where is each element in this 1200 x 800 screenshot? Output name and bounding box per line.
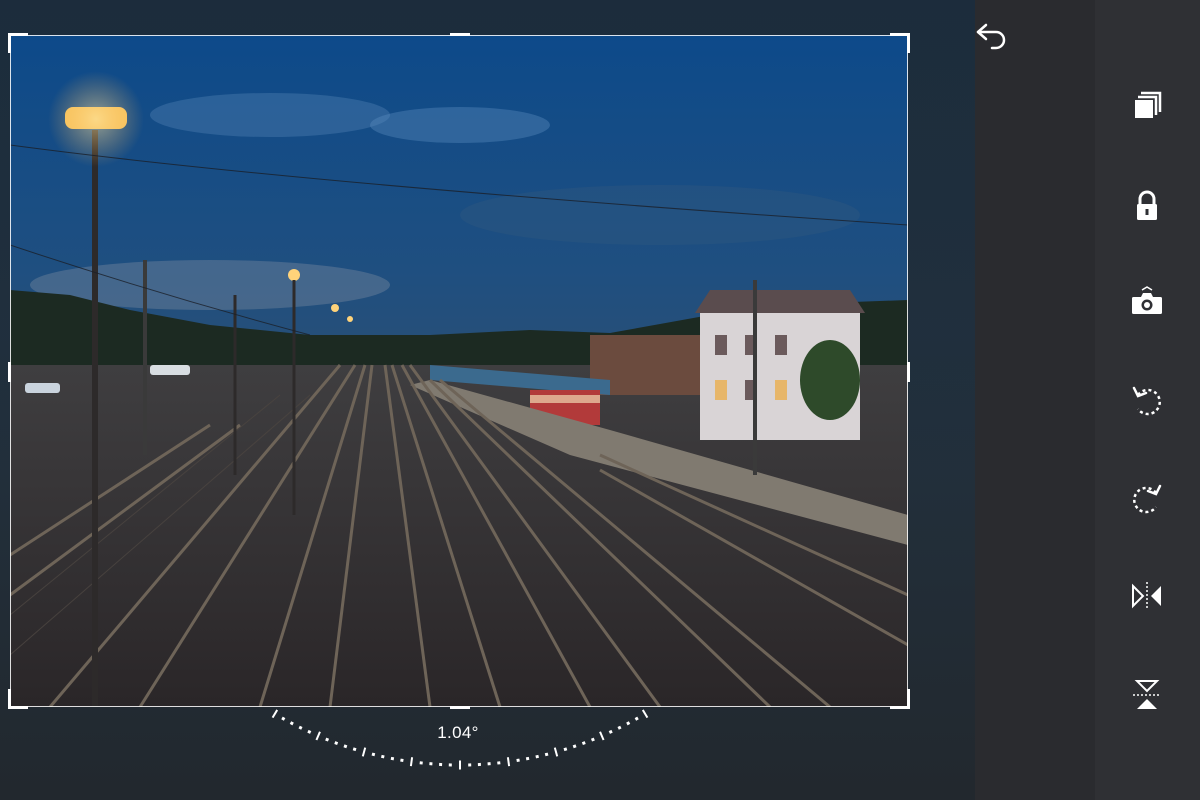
rotate-left-button[interactable]: [1120, 380, 1174, 420]
rotate-right-icon: [1133, 484, 1162, 514]
dial-tick: [400, 758, 404, 763]
dial-tick: [626, 721, 631, 726]
dial-tick: [641, 709, 649, 719]
dial-tick: [572, 744, 577, 749]
dial-tick: [563, 747, 568, 752]
dial-tick: [381, 754, 385, 759]
crop-handle-right[interactable]: [907, 362, 910, 382]
lock-button[interactable]: [1120, 186, 1174, 226]
dial-tick: [487, 762, 491, 766]
dial-tick: [634, 716, 639, 721]
flip-horizontal-icon: [1132, 582, 1161, 610]
dial-ticks: [271, 709, 649, 770]
panel-strip: [975, 0, 1095, 800]
straighten-dial[interactable]: [250, 705, 670, 785]
dial-tick: [590, 737, 595, 742]
dial-tick: [525, 756, 530, 761]
dial-tick: [439, 762, 443, 767]
crop-handle-bottom-right[interactable]: [890, 689, 910, 709]
dial-tick: [608, 729, 613, 734]
dial-tick: [617, 725, 622, 730]
dial-tick: [315, 731, 321, 741]
dial-tick: [409, 757, 414, 767]
flip-horizontal-button[interactable]: [1120, 576, 1174, 616]
dial-tick: [448, 763, 452, 767]
dial-tick: [581, 741, 586, 746]
dial-tick: [271, 709, 279, 719]
dial-tick: [343, 744, 348, 749]
flip-vertical-icon: [1133, 680, 1161, 709]
dial-tick: [307, 729, 312, 734]
dial-tick: [281, 716, 286, 721]
dial-tick: [334, 741, 339, 746]
undo-button[interactable]: [966, 18, 1014, 58]
dial-tick: [298, 725, 303, 730]
straighten-angle-readout: 1.04°: [437, 723, 479, 742]
dial-tick: [553, 747, 559, 757]
dial-tick: [289, 721, 294, 726]
dial-tick: [535, 754, 539, 759]
aspect-ratio-icon: [1135, 91, 1162, 118]
crop-handle-top-right[interactable]: [890, 33, 910, 53]
undo-icon: [976, 23, 1006, 50]
crop-frame[interactable]: [8, 33, 910, 709]
auto-straighten-icon: [1132, 286, 1162, 314]
crop-handle-top[interactable]: [450, 33, 470, 36]
dial-tick: [477, 762, 481, 767]
editor-canvas: 1.04°: [0, 0, 975, 800]
dial-tick: [516, 758, 520, 763]
dial-tick: [361, 747, 367, 757]
flip-vertical-button[interactable]: [1120, 675, 1174, 715]
dial-tick: [544, 752, 549, 757]
dial-tick: [390, 756, 395, 761]
crop-handle-bottom-left[interactable]: [8, 689, 28, 709]
crop-handle-left[interactable]: [8, 362, 11, 382]
rotate-left-icon: [1132, 386, 1161, 416]
dial-tick: [459, 760, 461, 770]
aspect-ratio-button[interactable]: [1120, 86, 1174, 126]
rotate-right-button[interactable]: [1120, 478, 1174, 518]
dial-tick: [429, 762, 433, 766]
dial-tick: [599, 731, 605, 741]
auto-straighten-button[interactable]: [1120, 283, 1174, 323]
dial-tick: [506, 757, 511, 767]
dial-tick: [352, 747, 357, 752]
dial-tick: [468, 763, 472, 767]
dial-tick: [419, 761, 423, 765]
crop-handle-top-left[interactable]: [8, 33, 28, 53]
dial-tick: [325, 737, 330, 742]
dial-tick: [497, 761, 501, 765]
dial-tick: [371, 752, 376, 757]
lock-icon: [1137, 190, 1157, 220]
